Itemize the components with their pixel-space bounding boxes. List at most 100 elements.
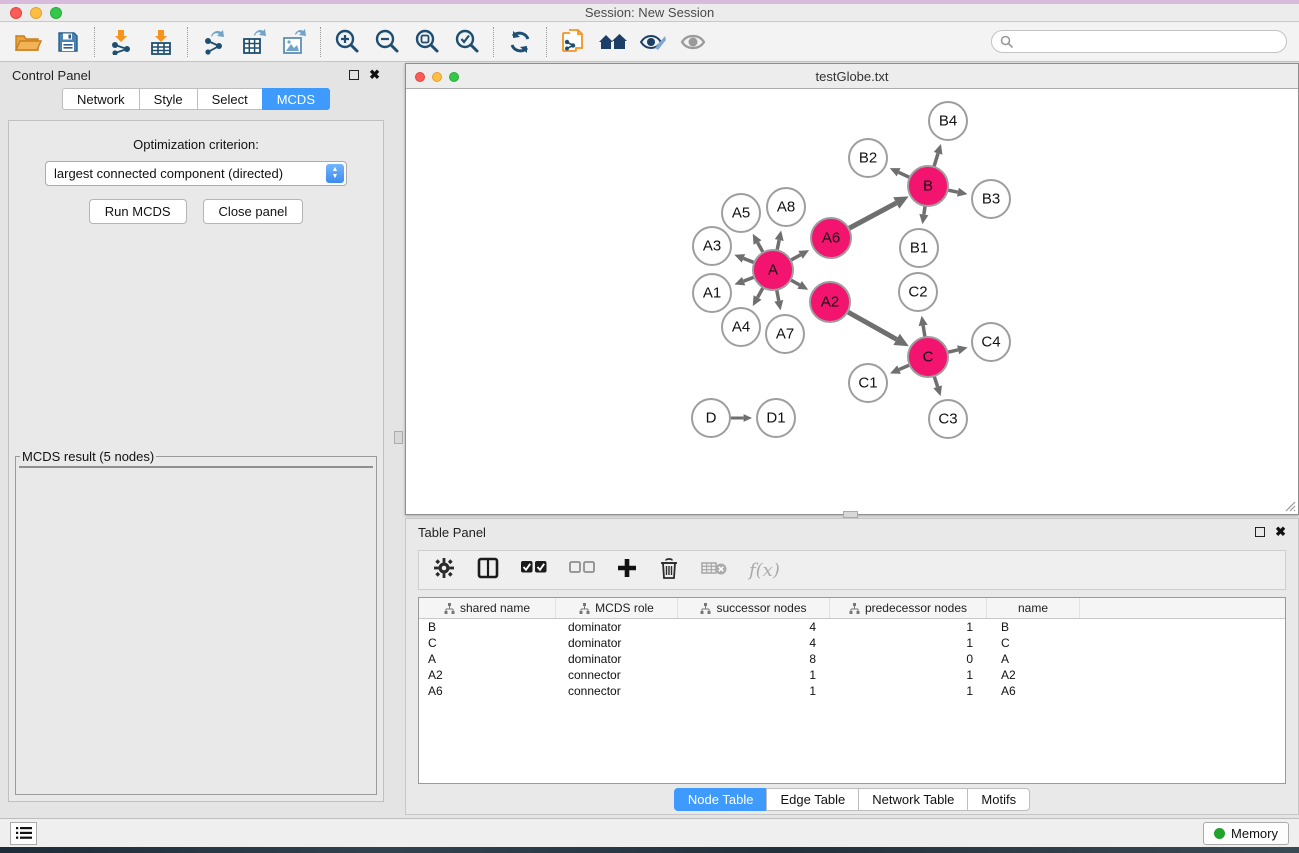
memory-button[interactable]: Memory [1203,822,1289,845]
table-cell[interactable]: 4 [678,619,830,635]
table-cell[interactable]: 1 [678,683,830,699]
export-network-button[interactable] [194,25,234,59]
table-cell[interactable]: dominator [556,635,678,651]
control-tab-mcds[interactable]: MCDS [262,88,330,110]
table-row[interactable]: Cdominator41C [419,635,1285,651]
table-cell[interactable]: 0 [830,651,987,667]
network-zoom-button[interactable] [449,72,459,82]
table-cell[interactable]: C [419,635,556,651]
export-table-button[interactable] [234,25,274,59]
network-graph[interactable]: AA1A2A3A4A5A6A7A8BB1B2B3B4CC1C2C3C4DD1 [406,89,1298,514]
network-canvas[interactable]: AA1A2A3A4A5A6A7A8BB1B2B3B4CC1C2C3C4DD1 [406,89,1298,514]
new-network-from-file-button[interactable] [553,25,593,59]
zoom-selected-button[interactable] [447,25,487,59]
table-cell[interactable]: dominator [556,619,678,635]
table-row[interactable]: A2connector11A2 [419,667,1285,683]
table-cell[interactable]: 4 [678,635,830,651]
table-cell[interactable]: C [987,635,1080,651]
create-column-button[interactable] [617,558,637,583]
show-column-button[interactable] [477,557,499,584]
toolbar-search[interactable] [991,30,1287,53]
control-tab-style[interactable]: Style [139,88,197,110]
mcds-result-list[interactable]: A2ABCA6 [19,466,373,468]
table-cell[interactable]: A [987,651,1080,667]
vertical-divider-grip[interactable] [394,431,403,444]
table-cell[interactable]: 1 [830,619,987,635]
window-resize-grip[interactable] [1284,500,1296,512]
export-image-button[interactable] [274,25,314,59]
close-panel-icon[interactable]: ✖ [369,70,380,80]
table-cell[interactable]: A6 [419,683,556,699]
table-row[interactable]: Bdominator41B [419,619,1285,635]
network-window-titlebar[interactable]: testGlobe.txt [406,64,1298,89]
table-tab-node-table[interactable]: Node Table [674,788,767,811]
table-cell[interactable]: 1 [678,667,830,683]
table-tab-network-table[interactable]: Network Table [858,788,967,811]
table-cell[interactable]: 1 [830,683,987,699]
network-minimize-button[interactable] [432,72,442,82]
zoom-window-button[interactable] [50,7,62,19]
show-graphics-details-button[interactable] [673,25,713,59]
table-row[interactable]: A6connector11A6 [419,683,1285,699]
table-tab-edge-table[interactable]: Edge Table [766,788,858,811]
open-session-button[interactable] [8,25,48,59]
table-cell[interactable]: dominator [556,651,678,667]
control-tab-network[interactable]: Network [62,88,139,110]
import-network-button[interactable] [101,25,141,59]
table-header-row: shared nameMCDS rolesuccessor nodesprede… [419,598,1285,619]
select-all-columns-button[interactable] [521,561,547,579]
zoom-out-button[interactable] [367,25,407,59]
horizontal-divider-grip[interactable] [843,511,858,518]
table-cell[interactable]: B [419,619,556,635]
float-table-panel-icon[interactable] [1255,527,1265,537]
table-tab-motifs[interactable]: Motifs [967,788,1030,811]
run-mcds-button[interactable]: Run MCDS [89,199,187,224]
edge-arrowhead [957,188,968,197]
optimization-criterion-select[interactable]: largest connected component (directed) ▲… [45,161,347,186]
table-row[interactable]: Adominator80A [419,651,1285,667]
zoom-fit-button[interactable] [407,25,447,59]
function-builder-button[interactable]: f(x) [749,560,780,581]
network-close-button[interactable] [415,72,425,82]
task-history-button[interactable] [10,822,37,845]
close-table-panel-icon[interactable]: ✖ [1275,527,1286,537]
minimize-window-button[interactable] [30,7,42,19]
table-cell[interactable]: 1 [830,667,987,683]
refresh-button[interactable] [500,25,540,59]
table-cell[interactable]: 8 [678,651,830,667]
column-header-MCDS-role[interactable]: MCDS role [556,598,678,618]
window-titlebar: Session: New Session [0,0,1299,22]
delete-columns-button[interactable] [659,557,679,584]
show-all-networks-button[interactable] [593,25,633,59]
close-panel-button[interactable]: Close panel [203,199,304,224]
table-panel-title: Table Panel [418,525,486,540]
table-cell-empty [1080,651,1285,667]
search-input[interactable] [1019,35,1278,49]
table-cell[interactable]: A2 [419,667,556,683]
close-window-button[interactable] [10,7,22,19]
window-title: Session: New Session [585,2,714,20]
table-cell[interactable]: A [419,651,556,667]
unselect-all-columns-button[interactable] [569,561,595,579]
table-cell[interactable]: connector [556,667,678,683]
column-header-name[interactable]: name [987,598,1080,618]
float-panel-icon[interactable] [349,70,359,80]
table-cell[interactable]: connector [556,683,678,699]
delete-table-button[interactable] [701,560,727,581]
zoom-in-button[interactable] [327,25,367,59]
save-session-button[interactable] [48,25,88,59]
table-cell[interactable]: A6 [987,683,1080,699]
table-settings-button[interactable] [433,557,455,584]
table-cell[interactable]: B [987,619,1080,635]
column-header-shared-name[interactable]: shared name [419,598,556,618]
control-tab-select[interactable]: Select [197,88,262,110]
hide-labels-button[interactable] [633,25,673,59]
table-cell[interactable]: 1 [830,635,987,651]
column-header-successor-nodes[interactable]: successor nodes [678,598,830,618]
table-cell[interactable]: A2 [987,667,1080,683]
import-table-button[interactable] [141,25,181,59]
control-panel-header: Control Panel ✖ [0,62,392,88]
graph-node-label: A7 [776,326,794,343]
column-header-predecessor-nodes[interactable]: predecessor nodes [830,598,987,618]
mcds-result-item[interactable]: A2 [20,467,372,468]
